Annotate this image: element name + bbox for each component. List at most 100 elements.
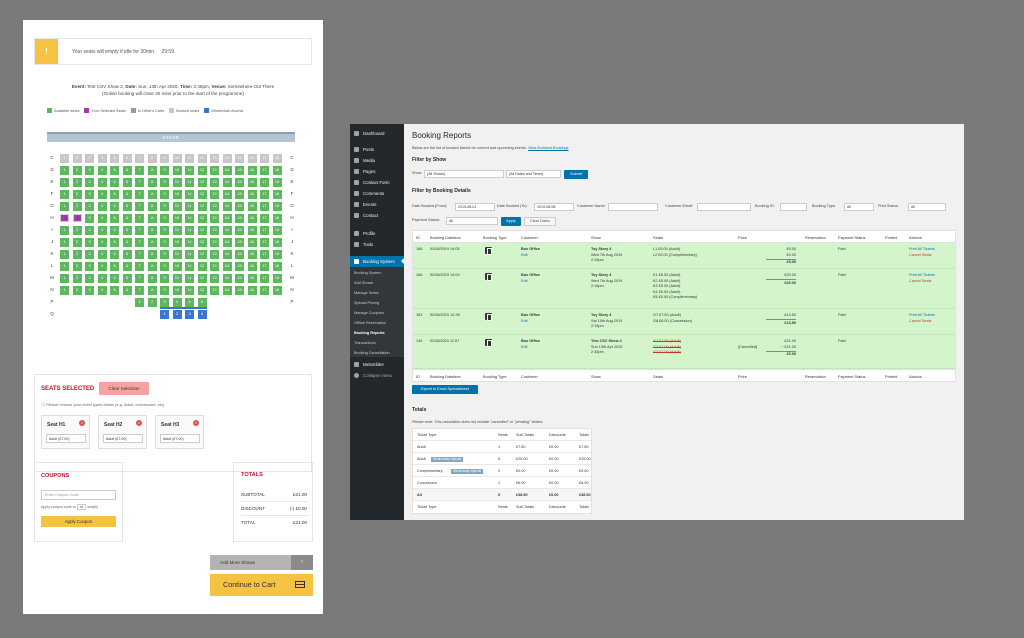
date-to-input[interactable]: 2019-08-06 [534,203,574,211]
coupon-code-input[interactable]: Enter Coupon Code [41,490,116,500]
edit-link[interactable]: Edit [521,319,540,325]
seat[interactable]: 16 [247,226,257,235]
menu-item-contact[interactable]: Contact [350,210,404,221]
edit-link[interactable]: Edit [521,253,540,259]
seat[interactable]: 3 [85,238,94,247]
seat[interactable]: 17 [260,166,269,175]
seat[interactable]: 1 [60,166,69,175]
coupon-seat-count-select[interactable]: all [76,504,87,510]
seat[interactable]: 16 [247,190,257,199]
seat[interactable]: 13 [210,226,219,235]
seat[interactable]: 10 [172,238,182,247]
seat[interactable]: 16 [247,286,257,295]
seat[interactable]: 4 [97,202,107,211]
seat[interactable]: 1 [60,286,69,295]
seat[interactable]: 6 [122,226,132,235]
seat[interactable]: 8 [147,202,157,211]
menu-item-posts[interactable]: Posts [350,144,404,155]
edit-link[interactable]: Edit [521,345,540,351]
seat[interactable]: 3 [185,310,194,319]
seat[interactable]: 11 [185,238,194,247]
seat[interactable]: 9 [160,214,169,223]
seat[interactable]: 15 [235,238,244,247]
seat[interactable]: 5 [185,298,194,307]
seat[interactable]: 1 [60,190,69,199]
seat[interactable]: 4 [197,310,207,319]
seat[interactable]: 3 [160,298,169,307]
seat[interactable]: 1 [60,250,69,259]
seat[interactable]: 7 [135,166,144,175]
clear-selection-button[interactable]: Clear Selection [99,382,149,395]
seat[interactable]: 16 [247,178,257,187]
submenu-item[interactable]: Transactions [354,341,376,345]
seat[interactable]: 10 [172,274,182,283]
seat[interactable]: 15 [235,250,244,259]
seat[interactable]: 7 [135,214,144,223]
seat[interactable]: 6 [122,190,132,199]
seat[interactable]: 4 [97,250,107,259]
seat[interactable]: 13 [210,238,219,247]
apply-button[interactable]: Apply [501,216,521,226]
seat[interactable]: 1 [60,238,69,247]
seat[interactable]: 11 [185,214,194,223]
seat[interactable]: 15 [235,202,244,211]
seat[interactable]: 16 [247,274,257,283]
seat[interactable]: 9 [160,238,169,247]
seat[interactable]: 17 [260,190,269,199]
customer-name-input[interactable] [608,203,658,211]
seat[interactable]: 5 [110,286,119,295]
menu-item-media[interactable]: Media [350,155,404,166]
seat[interactable]: 12 [197,226,207,235]
seat[interactable]: 15 [235,190,244,199]
seat[interactable]: 2 [72,166,82,175]
seat[interactable]: 1 [60,274,69,283]
submenu-item[interactable]: Booking Cancellation [354,351,390,355]
seat[interactable]: 10 [172,202,182,211]
cancel-seats-link[interactable]: Cancel Seats [909,279,935,285]
seat[interactable]: 11 [185,166,194,175]
seat[interactable]: 18 [272,190,282,199]
seat[interactable]: 2 [72,262,82,271]
seat[interactable]: 16 [247,214,257,223]
remove-seat-icon[interactable]: × [79,420,85,426]
seat[interactable]: 18 [272,178,282,187]
remove-seat-icon[interactable]: × [136,420,142,426]
seat[interactable]: 7 [135,274,144,283]
ticket-type-select[interactable]: Adult (£7.00) [103,434,143,443]
seat[interactable]: 15 [235,178,244,187]
seat[interactable]: 18 [272,226,282,235]
seat[interactable]: 17 [260,214,269,223]
view-archived-link[interactable]: View Archived Bookings [528,146,568,150]
seat[interactable]: 12 [197,178,207,187]
seat[interactable]: 2 [72,226,82,235]
seat[interactable]: 4 [97,274,107,283]
seat[interactable]: 7 [135,202,144,211]
seat[interactable]: 5 [110,178,119,187]
print-status-select[interactable]: All [908,203,946,211]
show-select[interactable]: (All Shows) [424,170,504,178]
seat[interactable]: 4 [97,226,107,235]
seat[interactable]: 16 [247,250,257,259]
seat[interactable]: 14 [222,214,232,223]
seat[interactable]: 11 [185,190,194,199]
menu-item-dashboard[interactable]: Dashboard [350,128,404,139]
seat[interactable]: 3 [85,262,94,271]
seat[interactable]: 15 [235,214,244,223]
seat[interactable]: 3 [85,226,94,235]
booking-type-select[interactable]: All [844,203,874,211]
seat[interactable]: 17 [260,226,269,235]
seat[interactable]: 8 [147,214,157,223]
menu-item-tools[interactable]: Tools [350,239,404,250]
seat[interactable]: 16 [247,202,257,211]
seat[interactable]: 3 [85,214,94,223]
seat[interactable]: 1 [60,202,69,211]
customer-email-input[interactable] [697,203,751,211]
submenu-item-current[interactable]: Booking Reports [354,331,385,335]
seat[interactable]: 18 [272,202,282,211]
seat[interactable]: 9 [160,202,169,211]
seat[interactable]: 10 [172,166,182,175]
seat[interactable]: 12 [197,286,207,295]
seat[interactable]: 1 [60,178,69,187]
seat[interactable]: 7 [135,190,144,199]
apply-coupon-button[interactable]: Apply Coupon [41,516,116,527]
